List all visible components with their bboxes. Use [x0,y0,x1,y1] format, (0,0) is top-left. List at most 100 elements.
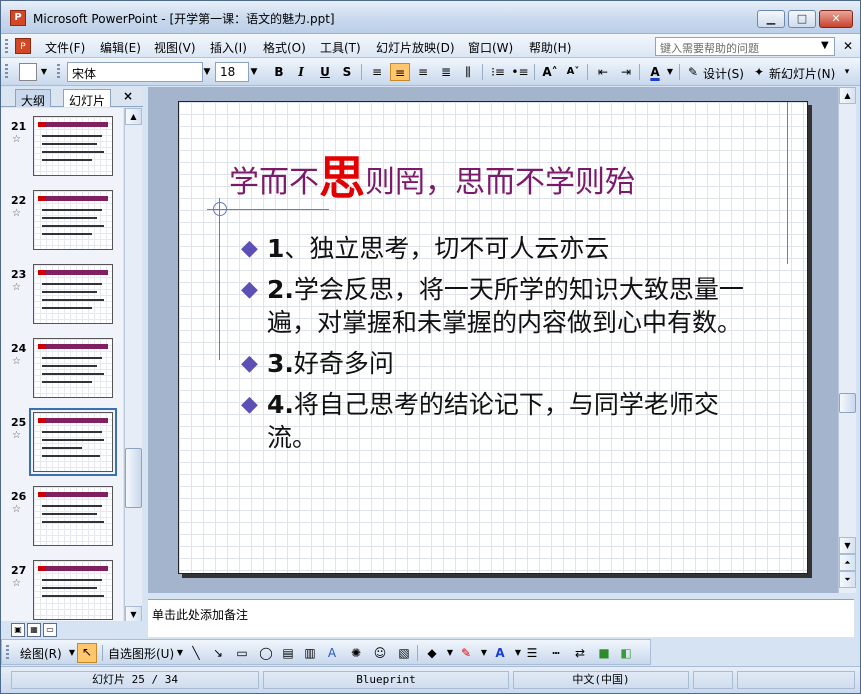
select-pointer-icon[interactable]: ↖ [77,643,97,663]
minimize-button[interactable]: ▁ [757,10,785,28]
chevron-down-icon[interactable]: ▼ [442,645,458,661]
increase-indent-icon[interactable]: ⇥ [617,63,635,81]
menu-tools[interactable]: 工具(T) [320,39,361,56]
bold-button[interactable]: B [271,63,287,81]
arrow-style-icon[interactable]: ⇄ [572,645,588,661]
chevron-down-icon[interactable]: ▼ [247,62,261,82]
chevron-down-icon[interactable]: ▼ [476,645,492,661]
slide-scrollbar[interactable]: ▲ ▼ ⏶ ⏷ [838,87,856,593]
font-color-icon[interactable]: A [492,645,508,661]
slide-thumbnail[interactable] [33,264,113,324]
bullet-text: 、独立思考，切不可人云亦云 [284,234,610,263]
design-icon: ✎ [687,65,699,79]
slide-thumbnail[interactable] [33,116,113,176]
normal-view-icon[interactable]: ▣ [11,623,25,637]
increase-font-icon[interactable]: A˄ [541,63,559,81]
underline-button[interactable]: U [317,63,333,81]
diagram-icon[interactable]: ✺ [348,645,364,661]
align-center-icon[interactable]: ≡ [390,63,410,81]
scroll-down-icon[interactable]: ▼ [839,537,856,554]
rectangle-icon[interactable]: ▭ [234,645,250,661]
draw-menu-button[interactable]: 绘图(R) [20,645,62,662]
previous-slide-icon[interactable]: ⏶ [839,554,856,571]
menu-edit[interactable]: 编辑(E) [100,39,141,56]
slide-thumbnail[interactable] [33,486,113,546]
toolbar-grip[interactable] [5,64,8,80]
slide-sorter-icon[interactable]: ▦ [27,623,41,637]
scrollbar-thumb[interactable] [125,448,142,508]
toolbar-grip[interactable] [57,64,60,80]
help-search-input[interactable]: 键入需要帮助的问题 [655,37,835,56]
scroll-up-icon[interactable]: ▲ [839,87,856,104]
chevron-down-icon[interactable]: ▼ [200,62,214,82]
next-slide-icon[interactable]: ⏷ [839,571,856,588]
slide-body[interactable]: ◆ 1、独立思考，切不可人云亦云 ◆ 2.学会反思，将一天所学的知识大致思量一遍，对… [241,232,761,462]
new-slide-button[interactable]: 新幻灯片(N) [769,65,835,82]
powerpoint-icon[interactable]: P [10,10,26,26]
shadow-style-icon[interactable]: ■ [596,645,612,661]
line-style-icon[interactable]: ☰ [524,645,540,661]
decrease-indent-icon[interactable]: ⇤ [594,63,612,81]
bullets-icon[interactable]: •≡ [511,63,529,81]
notes-pane[interactable]: 单击此处添加备注 [148,599,854,637]
font-name-select[interactable]: 宋体 [67,62,203,82]
picture-icon[interactable]: ▧ [396,645,412,661]
font-color-button[interactable]: A [646,63,664,81]
shadow-button[interactable]: S [339,63,355,81]
autoshapes-button[interactable]: 自选图形(U) [108,645,174,662]
arrow-icon[interactable]: ↘ [210,645,226,661]
align-left-icon[interactable]: ≡ [368,63,386,81]
tab-outline[interactable]: 大纲 [15,89,52,108]
document-menu-icon[interactable]: P [15,38,31,54]
italic-button[interactable]: I [293,63,309,81]
fill-color-icon[interactable]: ◆ [424,645,440,661]
menu-insert[interactable]: 插入(I) [210,39,247,56]
tab-slides[interactable]: 幻灯片 [63,89,112,108]
menu-view[interactable]: 视图(V) [154,39,196,56]
decrease-font-icon[interactable]: A˅ [564,63,582,81]
line-icon[interactable]: ╲ [188,645,204,661]
slide-thumbnail[interactable] [33,338,113,398]
chevron-down-icon[interactable]: ▼ [821,40,829,51]
chevron-down-icon[interactable]: ▼ [665,63,675,81]
wordart-icon[interactable]: A [324,645,340,661]
maximize-button[interactable]: □ [788,10,816,28]
line-color-icon[interactable]: ✎ [458,645,474,661]
font-size-select[interactable]: 18 [215,62,249,82]
justify-icon[interactable]: ≣ [437,63,455,81]
menu-file[interactable]: 文件(F) [45,39,85,56]
slide-thumbnail[interactable] [33,560,113,620]
oval-icon[interactable]: ◯ [258,645,274,661]
menu-format[interactable]: 格式(O) [263,39,306,56]
toolbar-grip[interactable] [6,645,9,659]
close-button[interactable]: ✕ [819,10,853,28]
textbox-icon[interactable]: ▤ [280,645,296,661]
chevron-down-icon[interactable]: ▼ [172,645,188,661]
thumbnails-scrollbar[interactable]: ▲ ▼ [124,108,142,625]
dash-style-icon[interactable]: ┅ [548,645,564,661]
close-pane-icon[interactable]: × [123,89,133,103]
slide-thumbnail[interactable] [33,190,113,250]
slide-canvas[interactable]: 学而不思则罔，思而不学则殆 ◆ 1、独立思考，切不可人云亦云 ◆ 2.学会反思，将一… [178,101,808,574]
numbering-icon[interactable]: ⁝≡ [489,63,507,81]
thumbnail-number: 22 [11,194,27,207]
3d-style-icon[interactable]: ◧ [618,645,634,661]
close-document-icon[interactable]: ✕ [843,39,853,53]
slide-thumbnail-selected[interactable] [29,408,117,476]
scroll-up-icon[interactable]: ▲ [125,108,142,125]
design-button[interactable]: 设计(S) [703,65,744,82]
toolbar-options-icon[interactable]: ▾ [841,63,853,81]
menu-slideshow[interactable]: 幻灯片放映(D) [376,39,455,56]
new-document-icon[interactable] [19,63,37,81]
scrollbar-thumb[interactable] [839,393,856,413]
slide-title[interactable]: 学而不思则罔，思而不学则殆 [229,142,635,208]
distribute-icon[interactable]: ⫼ [459,63,477,81]
align-right-icon[interactable]: ≡ [414,63,432,81]
menubar-grip[interactable] [5,39,8,53]
menu-help[interactable]: 帮助(H) [529,39,571,56]
slideshow-view-icon[interactable]: ▭ [43,623,57,637]
clipart-icon[interactable]: ☺ [372,645,388,661]
vertical-textbox-icon[interactable]: ▥ [302,645,318,661]
menu-window[interactable]: 窗口(W) [468,39,513,56]
chevron-down-icon[interactable]: ▼ [39,63,49,81]
